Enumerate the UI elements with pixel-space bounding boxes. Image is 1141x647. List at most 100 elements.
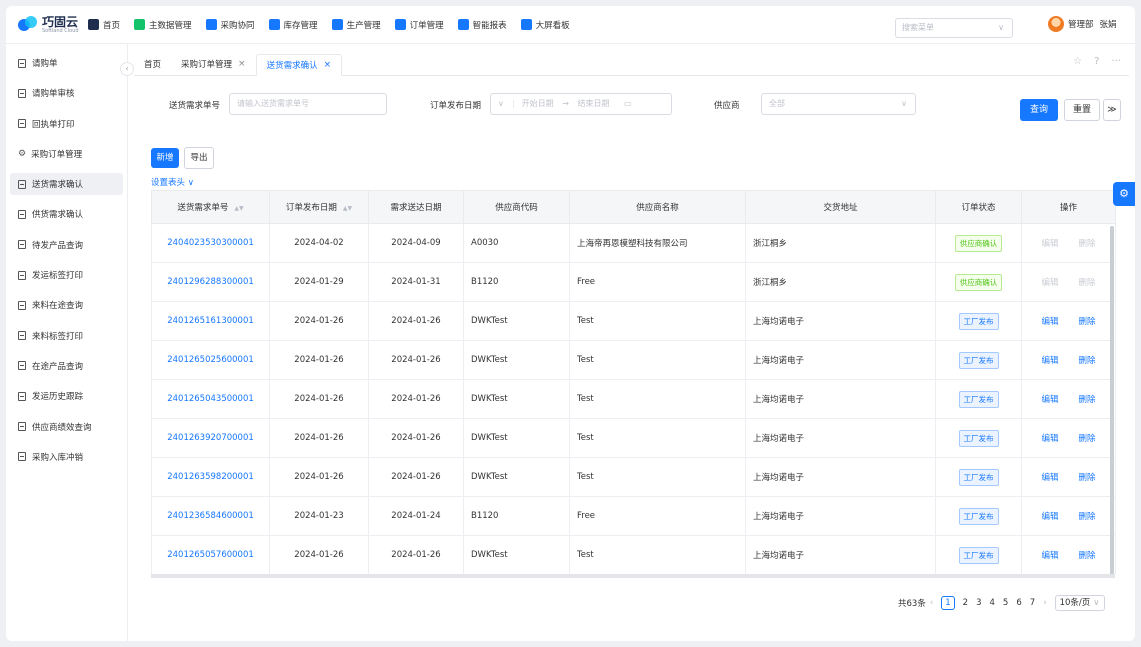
sidebar-item-13[interactable]: 采购入库冲销	[10, 446, 123, 468]
nav-item-3[interactable]: 库存管理	[268, 19, 318, 31]
expand-filters-button[interactable]: ≫	[1103, 99, 1121, 121]
close-icon[interactable]: ×	[238, 59, 246, 69]
sidebar-item-11[interactable]: 发运历史跟踪	[10, 385, 123, 407]
demand-no-link[interactable]: 2401265161300001	[151, 301, 270, 341]
sidebar-item-10[interactable]: 在途产品查询	[10, 355, 123, 377]
page-2[interactable]: 2	[963, 598, 968, 608]
page-4[interactable]: 4	[990, 598, 995, 608]
demand-no-link[interactable]: 2401236584600001	[151, 496, 270, 536]
demand-no-link[interactable]: 2401265025600001	[151, 340, 270, 380]
help-icon[interactable]: ?	[1094, 56, 1099, 67]
delete-button[interactable]: 删除	[1079, 549, 1096, 561]
nav-item-2[interactable]: 采购协同	[205, 19, 255, 31]
delete-button[interactable]: 删除	[1079, 276, 1096, 288]
date-range-picker[interactable]: ∨ | 开始日期 → 结束日期 ▭	[490, 93, 672, 115]
column-header[interactable]: 订单发布日期 ▲▼	[269, 190, 369, 224]
nav-item-1[interactable]: 主数据管理	[134, 19, 192, 31]
tab-1[interactable]: 采购订单管理 ×	[171, 53, 256, 75]
page-6[interactable]: 6	[1016, 598, 1021, 608]
delete-button[interactable]: 删除	[1079, 510, 1096, 522]
user-menu[interactable]: 管理部 张娟	[1048, 16, 1117, 32]
edit-button[interactable]: 编辑	[1041, 315, 1058, 327]
edit-button[interactable]: 编辑	[1041, 276, 1058, 288]
edit-button[interactable]: 编辑	[1041, 549, 1058, 561]
demand-no-link[interactable]: 2401263598200001	[151, 457, 270, 497]
delete-button[interactable]: 删除	[1079, 237, 1096, 249]
more-icon[interactable]: ···	[1111, 56, 1121, 67]
delete-button[interactable]: 删除	[1079, 393, 1096, 405]
nav-item-0[interactable]: 首页	[88, 19, 120, 31]
nav-item-4[interactable]: 生产管理	[331, 19, 381, 31]
supplier-code: DWKTest	[463, 379, 570, 419]
sort-icon[interactable]: ▲▼	[234, 205, 243, 212]
sidebar-item-12[interactable]: 供应商绩效查询	[10, 416, 123, 438]
delete-button[interactable]: 删除	[1079, 471, 1096, 483]
no-input[interactable]: 请输入送货需求单号	[229, 93, 387, 115]
sidebar-item-2[interactable]: 回执单打印	[10, 113, 123, 135]
settings-gear-icon[interactable]: ⚙	[1113, 182, 1135, 206]
page-5[interactable]: 5	[1003, 598, 1008, 608]
edit-button[interactable]: 编辑	[1041, 393, 1058, 405]
sidebar-item-3[interactable]: ⚙ 采购订单管理	[10, 143, 123, 165]
demand-no-link[interactable]: 2401296288300001	[151, 262, 270, 302]
page-1[interactable]: 1	[941, 596, 955, 610]
demand-no-link[interactable]: 2404023530300001	[151, 223, 270, 263]
doc-icon	[18, 391, 26, 401]
close-icon[interactable]: ×	[324, 60, 332, 70]
demand-no-link[interactable]: 2401263920700001	[151, 418, 270, 458]
column-header[interactable]: 送货需求单号 ▲▼	[151, 190, 270, 224]
supplier-select[interactable]: 全部 ∨	[761, 93, 916, 115]
nav-item-label: 订单管理	[409, 20, 444, 31]
sidebar-item-7[interactable]: 发运标签打印	[10, 264, 123, 286]
nav-item-7[interactable]: 大屏看板	[520, 19, 570, 31]
date-start[interactable]: 开始日期	[522, 99, 554, 108]
tab-0[interactable]: 首页	[134, 53, 171, 75]
tab-2[interactable]: 送货需求确认 ×	[255, 54, 343, 76]
page-7[interactable]: 7	[1030, 598, 1035, 608]
sidebar-item-1[interactable]: 请购单审核	[10, 82, 123, 104]
edit-button[interactable]: 编辑	[1041, 432, 1058, 444]
sidebar-item-9[interactable]: 来料标签打印	[10, 325, 123, 347]
page-3[interactable]: 3	[976, 598, 981, 608]
no-input-placeholder: 请输入送货需求单号	[237, 99, 309, 108]
sort-icon[interactable]: ▲▼	[343, 205, 352, 212]
sidebar-item-5[interactable]: 供货需求确认	[10, 203, 123, 225]
sidebar-item-0[interactable]: 请购单	[10, 52, 123, 74]
delete-button[interactable]: 删除	[1079, 354, 1096, 366]
sidebar-item-label: 来料在途查询	[32, 301, 84, 312]
reset-button[interactable]: 重置	[1064, 99, 1100, 121]
nav-item-5[interactable]: 订单管理	[394, 19, 444, 31]
nav-item-6[interactable]: 智能报表	[457, 19, 507, 31]
sidebar-item-4[interactable]: 送货需求确认	[10, 173, 123, 196]
sidebar-item-6[interactable]: 待发产品查询	[10, 234, 123, 256]
export-button[interactable]: 导出	[184, 147, 214, 169]
vertical-scrollbar[interactable]	[1110, 226, 1114, 576]
star-icon[interactable]: ☆	[1073, 56, 1082, 67]
actions-cell: 编辑 删除	[1021, 262, 1116, 302]
edit-button[interactable]: 编辑	[1041, 237, 1058, 249]
demand-no-link[interactable]: 2401265043500001	[151, 379, 270, 419]
demand-no-link[interactable]: 2401265057600001	[151, 535, 270, 575]
page-size-select[interactable]: 10条/页 ∨	[1054, 595, 1105, 611]
supplier-name: Test	[569, 340, 746, 380]
supplier-name: Free	[569, 262, 746, 302]
due-date: 2024-01-26	[368, 379, 464, 419]
supplier-select-value: 全部	[769, 99, 785, 108]
sidebar-item-8[interactable]: 来料在途查询	[10, 294, 123, 316]
horizontal-scrollbar[interactable]	[151, 574, 1115, 578]
delete-button[interactable]: 删除	[1079, 432, 1096, 444]
query-button[interactable]: 查询	[1020, 99, 1058, 121]
date-end[interactable]: 结束日期	[577, 99, 609, 108]
menu-search-select[interactable]: 搜索菜单 ∨	[895, 18, 1013, 38]
prev-page-icon[interactable]: ‹	[930, 598, 933, 608]
edit-button[interactable]: 编辑	[1041, 471, 1058, 483]
delete-button[interactable]: 删除	[1079, 315, 1096, 327]
edit-button[interactable]: 编辑	[1041, 510, 1058, 522]
next-page-icon[interactable]: ›	[1043, 598, 1046, 608]
delivery-address: 上海均诺电子	[745, 418, 936, 458]
edit-button[interactable]: 编辑	[1041, 354, 1058, 366]
new-button[interactable]: 新增	[151, 148, 179, 168]
collapse-sidebar-button[interactable]: ‹	[120, 62, 134, 76]
logo[interactable]: 巧固云 Softland Cloud	[18, 15, 88, 34]
set-header-link[interactable]: 设置表头 ∨	[151, 176, 194, 188]
